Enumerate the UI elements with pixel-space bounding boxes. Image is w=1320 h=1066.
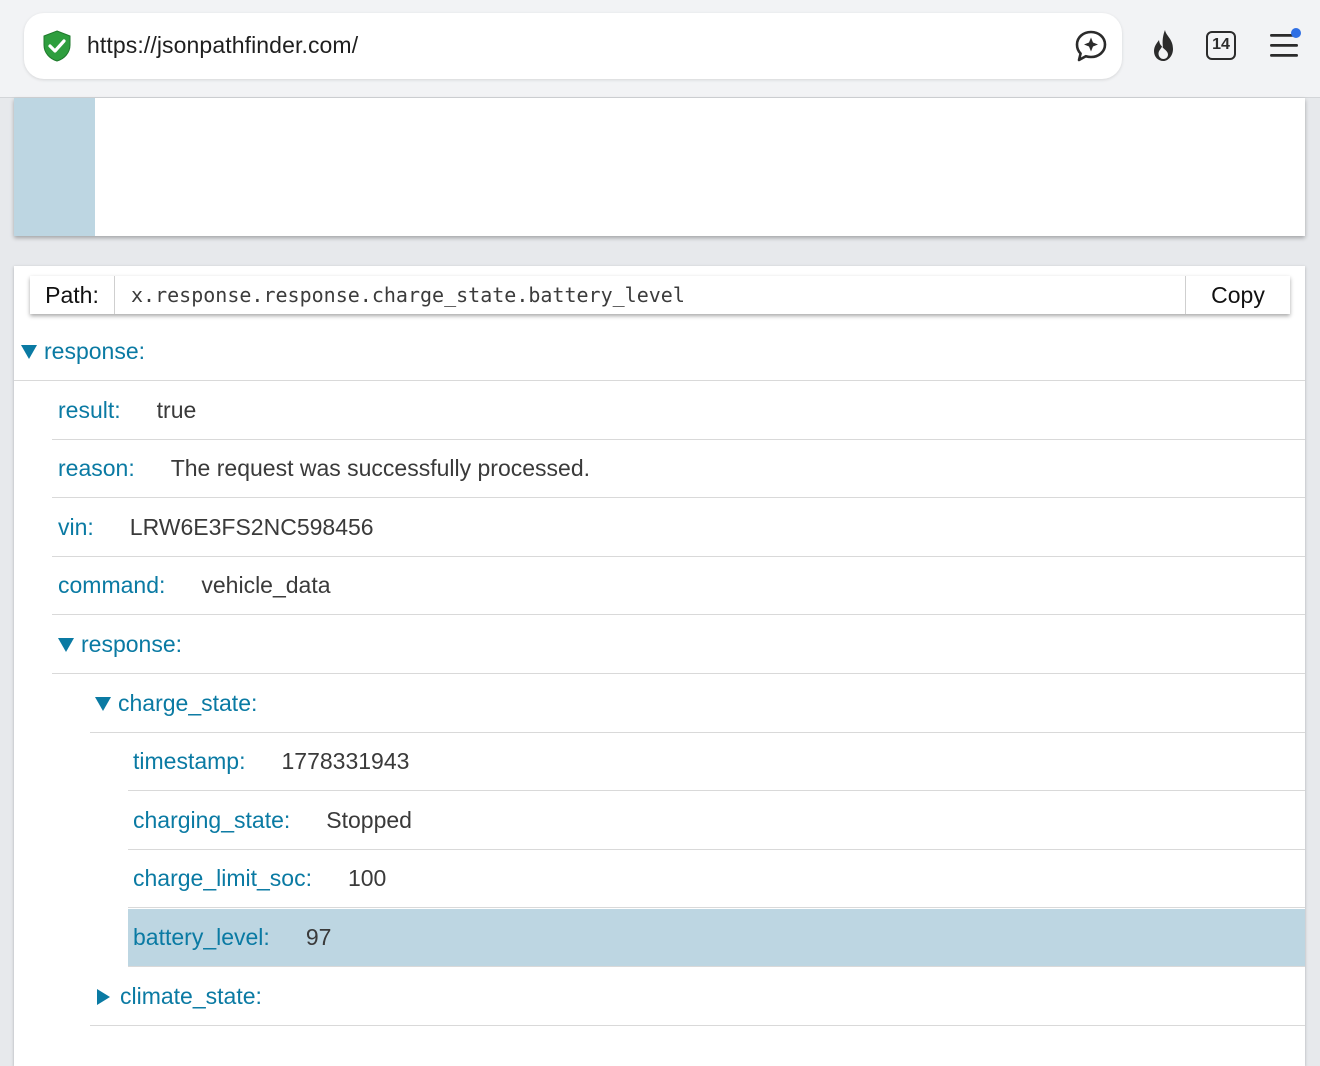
tree-row-reason[interactable]: reason: The request was successfully pro… xyxy=(52,440,1305,498)
tree-key: charging_state: xyxy=(133,807,291,833)
tree-row-vin[interactable]: vin: LRW6E3FS2NC598456 xyxy=(52,499,1305,557)
tree-node-climate-state[interactable]: climate_state: xyxy=(90,968,1305,1026)
editor-gutter xyxy=(14,98,95,236)
tree-node-charge-state[interactable]: charge_state: xyxy=(90,675,1305,733)
tree-node-inner-response[interactable]: response: xyxy=(52,616,1305,674)
tree-row-command[interactable]: command: vehicle_data xyxy=(52,557,1305,615)
tree-value: vehicle_data xyxy=(201,572,331,598)
tree-value: 1778331943 xyxy=(281,748,410,774)
expand-arrow-icon[interactable] xyxy=(95,696,111,711)
tree-key: result: xyxy=(58,397,121,423)
tree-row-charge-limit-soc[interactable]: charge_limit_soc: 100 xyxy=(128,850,1305,908)
tree-value: 97 xyxy=(305,924,332,950)
shield-check-icon[interactable] xyxy=(40,29,74,63)
tree-key: charge_state: xyxy=(118,690,258,716)
expand-arrow-icon[interactable] xyxy=(21,344,37,359)
tree-row-charging-state[interactable]: charging_state: Stopped xyxy=(128,792,1305,850)
tree-row-battery-level[interactable]: battery_level: 97 xyxy=(128,909,1305,967)
tree-value: The request was successfully processed. xyxy=(170,455,591,481)
tree-key: vin: xyxy=(58,514,94,540)
tree-value: LRW6E3FS2NC598456 xyxy=(129,514,374,540)
path-bar: Path: Copy xyxy=(30,276,1290,314)
tree-key: reason: xyxy=(58,455,135,481)
tree-key: climate_state: xyxy=(120,983,262,1009)
json-editor-panel[interactable] xyxy=(14,98,1305,236)
tree-key: charge_limit_soc: xyxy=(133,865,312,891)
tabs-icon[interactable]: 14 xyxy=(1206,31,1236,60)
collapse-arrow-icon[interactable] xyxy=(97,988,110,1005)
tree-row-timestamp[interactable]: timestamp: 1778331943 xyxy=(128,733,1305,791)
tree-node-response[interactable]: response: xyxy=(14,323,1305,381)
tree-key: timestamp: xyxy=(133,748,246,774)
expand-arrow-icon[interactable] xyxy=(58,637,74,652)
tree-key: response: xyxy=(81,631,183,657)
fire-icon[interactable] xyxy=(1144,26,1184,66)
copy-button[interactable]: Copy xyxy=(1185,276,1290,314)
url-text[interactable]: https://jsonpathfinder.com/ xyxy=(87,32,358,59)
tree-value: 100 xyxy=(347,865,387,891)
tree-value: true xyxy=(156,397,197,423)
tree-key: command: xyxy=(58,572,166,598)
json-viewer-panel: Path: Copy response: result: true reason… xyxy=(14,266,1305,1066)
browser-toolbar: https://jsonpathfinder.com/ 14 xyxy=(0,0,1320,98)
ai-assistant-icon[interactable] xyxy=(1074,29,1108,63)
tree-row-result[interactable]: result: true xyxy=(52,382,1305,440)
path-input[interactable] xyxy=(115,276,1185,314)
path-label: Path: xyxy=(30,276,115,314)
address-bar[interactable]: https://jsonpathfinder.com/ xyxy=(24,13,1122,79)
tree-key: battery_level: xyxy=(133,924,270,950)
notification-dot xyxy=(1291,28,1301,38)
tree-key: response: xyxy=(44,338,146,364)
tree-value: Stopped xyxy=(326,807,412,833)
